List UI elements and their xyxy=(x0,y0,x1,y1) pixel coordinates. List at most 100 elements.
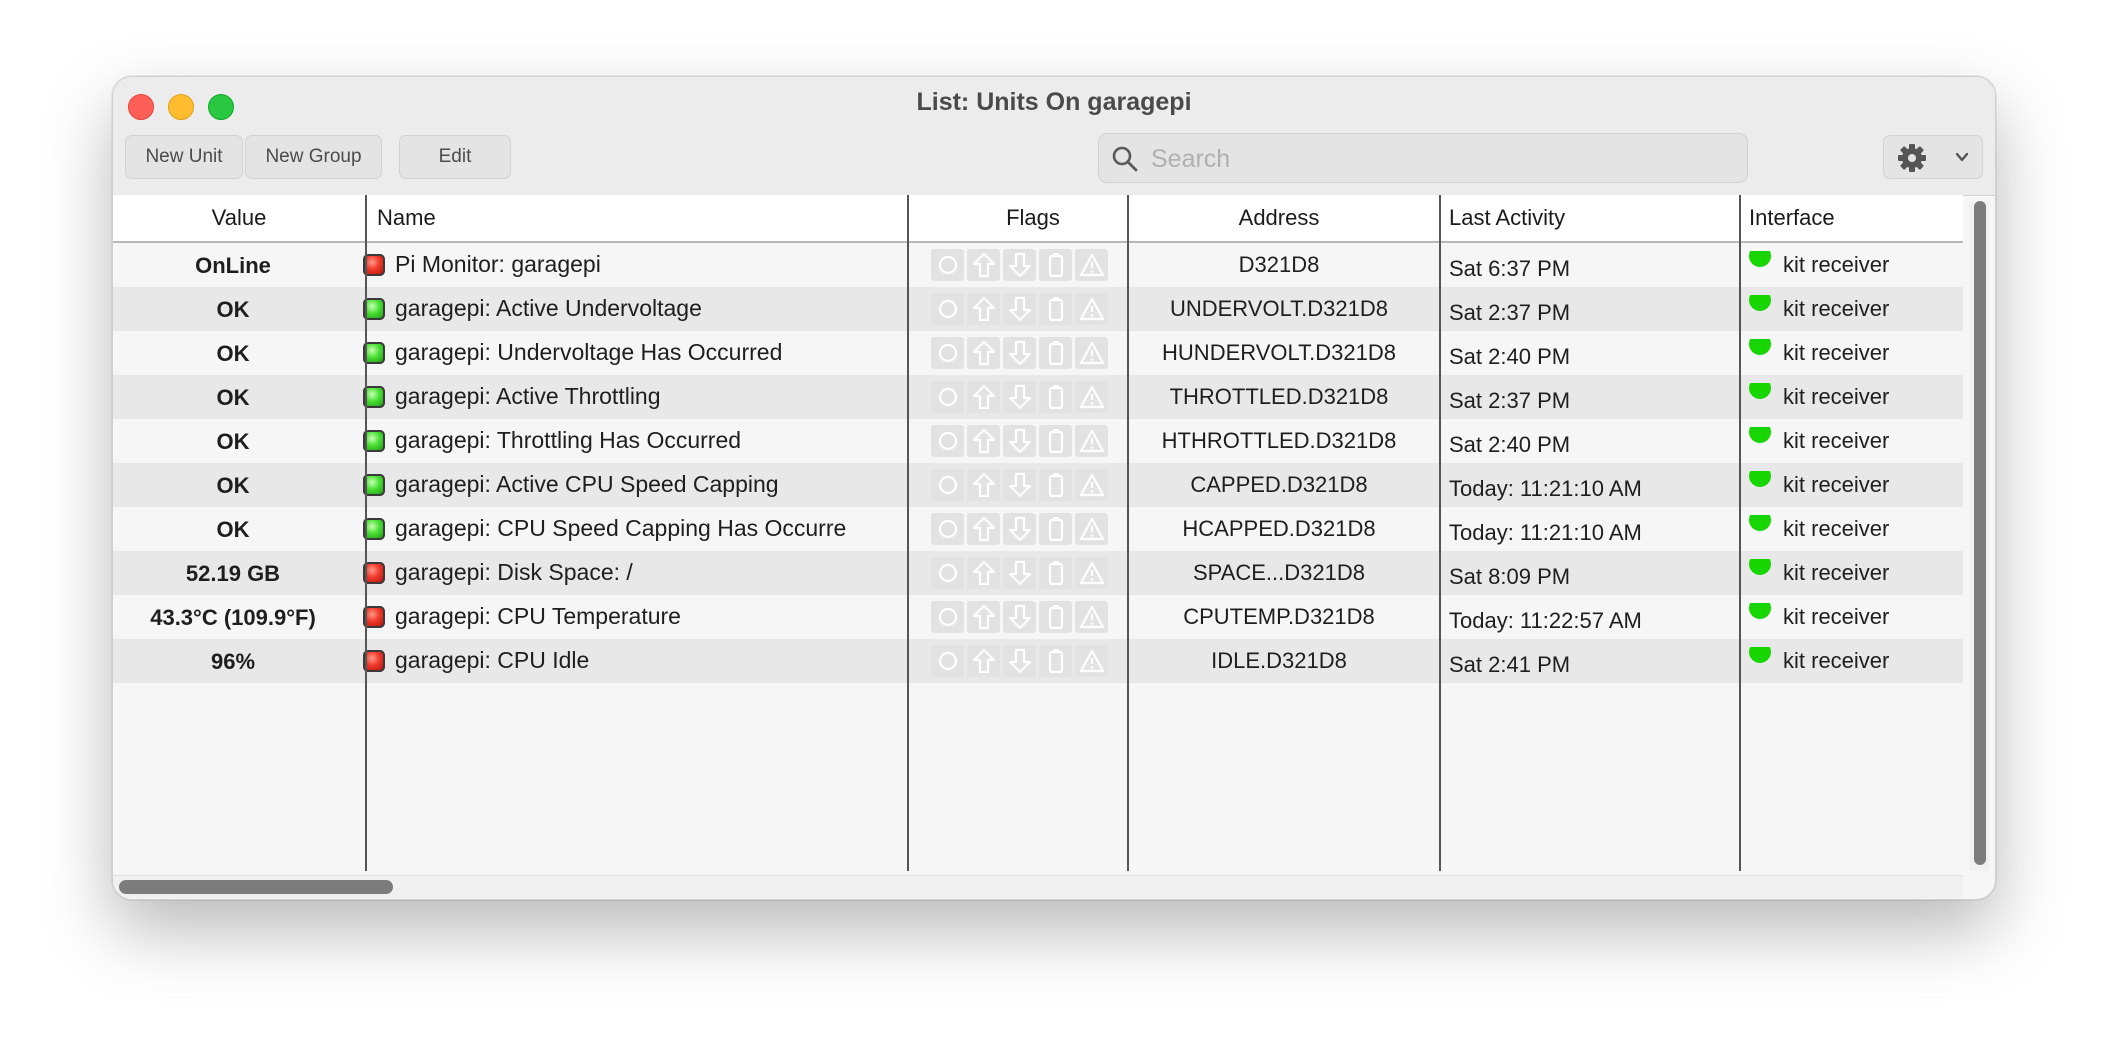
interface-label: kit receiver xyxy=(1783,516,1890,541)
search-field[interactable] xyxy=(1098,133,1748,183)
arrow-up-icon xyxy=(967,601,1000,633)
battery-icon xyxy=(1039,513,1072,545)
unit-name: garagepi: CPU Speed Capping Has Occurre xyxy=(395,515,847,541)
vertical-scroll-thumb[interactable] xyxy=(1974,201,1986,865)
new-group-button[interactable]: New Group xyxy=(245,135,382,179)
arrow-up-icon xyxy=(967,469,1000,501)
interface-cell: kit receiver xyxy=(1749,339,1959,366)
search-input[interactable] xyxy=(1149,141,1733,177)
vertical-scrollbar[interactable] xyxy=(1969,201,1989,871)
column-divider[interactable] xyxy=(365,195,367,871)
column-divider[interactable] xyxy=(907,195,909,871)
warning-icon xyxy=(1075,601,1108,633)
name-cell: garagepi: Active Undervoltage xyxy=(363,295,1015,322)
circle-icon xyxy=(931,601,964,633)
arrow-down-icon xyxy=(1003,337,1036,369)
value-cell: OK xyxy=(216,517,250,542)
last-activity-cell: Sat 6:37 PM xyxy=(1449,256,1571,281)
interface-label: kit receiver xyxy=(1783,296,1890,321)
column-header-interface[interactable]: Interface xyxy=(1749,195,1835,241)
table-body: OnLine Pi Monitor: garagepi D321D8 Sat 6:37… xyxy=(113,243,1963,899)
table-row[interactable]: 52.19 GB garagepi: Disk Space: / SPACE...D… xyxy=(113,551,1963,595)
table-row[interactable]: OK garagepi: Throttling Has Occurred HTHRO… xyxy=(113,419,1963,463)
name-cell: garagepi: Throttling Has Occurred xyxy=(363,427,1015,454)
arrow-down-icon xyxy=(1003,469,1036,501)
arrow-down-icon xyxy=(1003,249,1036,281)
unit-name: garagepi: CPU Idle xyxy=(395,647,590,673)
interface-status-icon xyxy=(1749,427,1771,443)
interface-status-icon xyxy=(1749,647,1771,663)
name-cell: garagepi: Disk Space: / xyxy=(363,559,1015,586)
edit-button[interactable]: Edit xyxy=(399,135,511,179)
arrow-up-icon xyxy=(967,425,1000,457)
arrow-up-icon xyxy=(967,513,1000,545)
column-divider[interactable] xyxy=(1439,195,1441,871)
address-cell: HCAPPED.D321D8 xyxy=(1182,516,1376,541)
column-header-flags[interactable]: Flags xyxy=(923,195,1143,241)
flags-cell xyxy=(931,337,1108,369)
interface-status-icon xyxy=(1749,559,1771,575)
interface-cell: kit receiver xyxy=(1749,559,1959,586)
warning-icon xyxy=(1075,513,1108,545)
last-activity-cell: Sat 2:41 PM xyxy=(1449,652,1571,677)
address-cell: D321D8 xyxy=(1238,252,1320,277)
battery-icon xyxy=(1039,381,1072,413)
units-window: List: Units On garagepi New Unit New Gro… xyxy=(112,76,1996,900)
interface-label: kit receiver xyxy=(1783,472,1890,497)
battery-icon xyxy=(1039,601,1072,633)
column-header-last-activity[interactable]: Last Activity xyxy=(1449,195,1565,241)
value-cell: OK xyxy=(216,297,250,322)
name-cell: garagepi: CPU Idle xyxy=(363,647,1015,674)
flags-cell xyxy=(931,601,1108,633)
warning-icon xyxy=(1075,337,1108,369)
column-header-name[interactable]: Name xyxy=(377,195,436,241)
name-cell: garagepi: Active CPU Speed Capping xyxy=(363,471,1015,498)
table-row[interactable]: OK garagepi: Active Throttling THROTTLED.D… xyxy=(113,375,1963,419)
table-row[interactable]: OK garagepi: Active CPU Speed Capping CAPP… xyxy=(113,463,1963,507)
warning-icon xyxy=(1075,249,1108,281)
table-row[interactable]: OK garagepi: CPU Speed Capping Has Occurr… xyxy=(113,507,1963,551)
arrow-up-icon xyxy=(967,249,1000,281)
address-cell: UNDERVOLT.D321D8 xyxy=(1169,296,1389,321)
value-cell: OK xyxy=(216,429,250,454)
flags-cell xyxy=(931,249,1108,281)
column-header-value[interactable]: Value xyxy=(113,195,365,241)
search-icon xyxy=(1112,146,1138,172)
last-activity-cell: Sat 2:40 PM xyxy=(1449,432,1571,457)
table-row[interactable]: OK garagepi: Undervoltage Has Occurred HUN… xyxy=(113,331,1963,375)
table-row[interactable]: 96% garagepi: CPU Idle IDLE.D321D8 Sat 2:41… xyxy=(113,639,1963,683)
battery-icon xyxy=(1039,469,1072,501)
interface-cell: kit receiver xyxy=(1749,515,1959,542)
horizontal-scrollbar[interactable] xyxy=(113,875,1963,898)
table-row[interactable]: OnLine Pi Monitor: garagepi D321D8 Sat 6:37… xyxy=(113,243,1963,287)
column-divider[interactable] xyxy=(1739,195,1741,871)
address-cell: CAPPED.D321D8 xyxy=(1190,472,1368,497)
warning-icon xyxy=(1075,425,1108,457)
arrow-up-icon xyxy=(967,557,1000,589)
horizontal-scroll-thumb[interactable] xyxy=(119,880,393,894)
flags-cell xyxy=(931,645,1108,677)
action-menu-button[interactable] xyxy=(1883,135,1983,179)
warning-icon xyxy=(1075,293,1108,325)
new-unit-button[interactable]: New Unit xyxy=(125,135,243,179)
arrow-down-icon xyxy=(1003,293,1036,325)
circle-icon xyxy=(931,645,964,677)
warning-icon xyxy=(1075,557,1108,589)
interface-label: kit receiver xyxy=(1783,648,1890,673)
column-header-address[interactable]: Address xyxy=(1129,195,1429,241)
last-activity-cell: Today: 11:22:57 AM xyxy=(1449,608,1642,633)
table-row[interactable]: OK garagepi: Active Undervoltage UNDERVOLT… xyxy=(113,287,1963,331)
value-cell: 96% xyxy=(210,649,256,674)
interface-status-icon xyxy=(1749,471,1771,487)
empty-row xyxy=(113,771,1963,815)
battery-icon xyxy=(1039,337,1072,369)
last-activity-cell: Today: 11:21:10 AM xyxy=(1449,476,1642,501)
arrow-down-icon xyxy=(1003,381,1036,413)
column-divider[interactable] xyxy=(1127,195,1129,871)
arrow-down-icon xyxy=(1003,557,1036,589)
interface-status-icon xyxy=(1749,251,1771,267)
empty-row xyxy=(113,727,1963,771)
battery-icon xyxy=(1039,557,1072,589)
flags-cell xyxy=(931,469,1108,501)
table-row[interactable]: 43.3°C (109.9°F) garagepi: CPU Temperatur… xyxy=(113,595,1963,639)
